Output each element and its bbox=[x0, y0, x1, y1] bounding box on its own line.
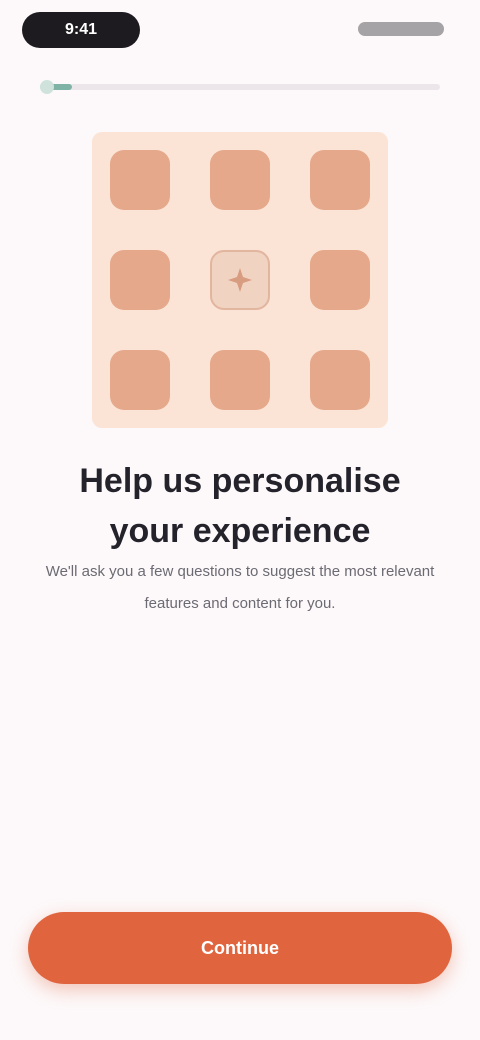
grid-tile bbox=[110, 150, 170, 210]
grid-tile bbox=[210, 150, 270, 210]
progress-start-dot bbox=[40, 80, 54, 94]
grid-tile bbox=[310, 150, 370, 210]
continue-button[interactable]: Continue bbox=[28, 912, 452, 984]
page-description: We'll ask you a few questions to suggest… bbox=[45, 563, 435, 612]
grid-tile-center bbox=[210, 250, 270, 310]
sparkle-icon bbox=[212, 252, 268, 308]
status-time-pill: 9:41 bbox=[22, 12, 140, 48]
grid-tile bbox=[310, 250, 370, 310]
grid-tile bbox=[110, 350, 170, 410]
onboarding-screen: 9:41 Help us personalise your experience… bbox=[0, 0, 480, 1040]
page-title: Help us personalise your experience bbox=[79, 462, 401, 550]
personalisation-illustration bbox=[92, 132, 388, 428]
status-bar: 9:41 bbox=[0, 0, 480, 64]
grid-tile bbox=[310, 350, 370, 410]
grid-tile bbox=[210, 350, 270, 410]
progress-indicator bbox=[40, 84, 440, 90]
grid-tile bbox=[110, 250, 170, 310]
status-icons bbox=[358, 22, 444, 36]
